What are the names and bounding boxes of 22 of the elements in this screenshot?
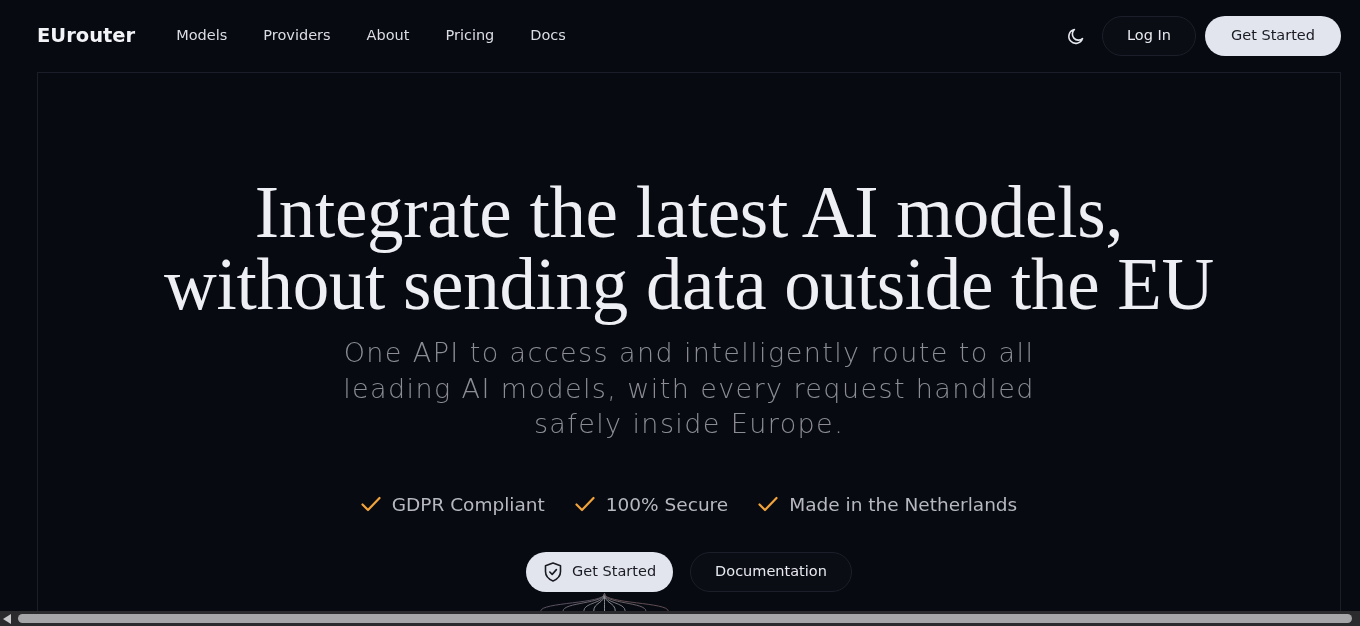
feature-label: Made in the Netherlands <box>789 492 1018 517</box>
nav-link[interactable]: Models <box>176 25 228 47</box>
hero-subtitle: One API to access and intelligently route to all leading AI models, with every request handled safely inside Europe. <box>342 336 1036 441</box>
get-started-button[interactable]: Get Started <box>1205 16 1341 56</box>
get-started-button[interactable]: Get Started <box>526 552 674 593</box>
nav-link[interactable]: Pricing <box>445 25 495 47</box>
checkmark-icon <box>758 496 779 513</box>
checkmark-icon <box>360 496 381 513</box>
scrollbar-thumb[interactable] <box>18 614 1352 623</box>
checkmark-icon <box>574 496 595 513</box>
nav-link[interactable]: About <box>366 25 410 47</box>
documentation-button[interactable]: Documentation <box>690 552 852 593</box>
horizontal-scrollbar[interactable] <box>0 611 1360 626</box>
login-button[interactable]: Log In <box>1102 16 1196 56</box>
nav-link[interactable]: Providers <box>263 25 331 47</box>
nav-link[interactable]: Docs <box>530 25 566 47</box>
scroll-left-arrow-icon[interactable] <box>3 613 11 624</box>
feature-label: GDPR Compliant <box>391 492 545 517</box>
shield-check-icon <box>544 562 563 583</box>
moon-icon[interactable] <box>1067 27 1084 45</box>
brand-logo[interactable]: EUrouter <box>37 21 136 51</box>
feature-label: 100% Secure <box>605 492 729 517</box>
